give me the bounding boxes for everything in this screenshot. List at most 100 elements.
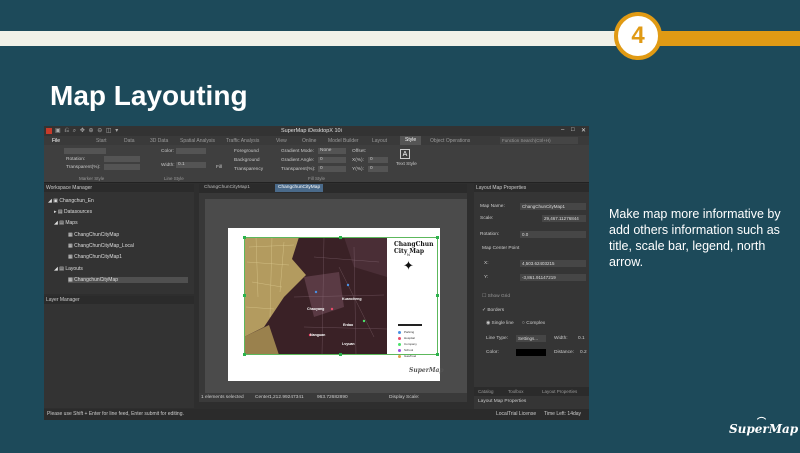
tab-traffic-analysis[interactable]: Traffic Analysis [226, 138, 259, 144]
workspace-tree-item-selected[interactable]: ▦ ChangchunCityMap [68, 277, 188, 283]
xpct-input[interactable]: 0 [368, 157, 388, 163]
tab-toolbox[interactable]: Toolbox [508, 389, 524, 394]
minimize-icon[interactable]: – [561, 127, 564, 133]
properties-bottom-label: Layout Map Properties [478, 399, 527, 404]
page-brand-logo: SuperMap [409, 367, 444, 374]
document-tabs: ChangChunCityMap1 ChangchunCityMap [199, 184, 467, 193]
layout-canvas[interactable]: Chaoyang Kuancheng Erdao Nanguan Lvyuan … [199, 193, 467, 393]
tree-label: Changchun_En [59, 198, 94, 204]
rotation-input[interactable] [104, 156, 140, 162]
workspace-tree-item[interactable]: ▦ ChangChunCityMap [68, 232, 119, 238]
maximize-icon[interactable]: □ [571, 127, 575, 133]
center-x: 1,212.99247341 [269, 395, 304, 400]
single-line-radio[interactable]: ◉ Single line [486, 321, 514, 326]
line-width-value: 0.1 [178, 162, 185, 167]
marker-symbol-box[interactable] [64, 148, 106, 154]
time-left-status: Time Left: 14day [544, 411, 582, 417]
doc-tab-layout[interactable]: ChangchunCityMap [275, 184, 324, 192]
tab-start[interactable]: Start [96, 138, 107, 144]
borders-checkbox[interactable]: ✓ Borders [482, 308, 504, 313]
line-style-group: Line Style [164, 176, 184, 181]
tab-data[interactable]: Data [124, 138, 135, 144]
selection-handle[interactable] [436, 353, 439, 356]
border-color-picker[interactable] [516, 349, 546, 356]
selection-count: 1 elements selected [201, 395, 244, 400]
scale-label: Scale: [480, 216, 494, 221]
selection-handle[interactable] [339, 236, 342, 239]
line-type-settings-button[interactable]: Settings... [516, 335, 546, 342]
text-style-icon[interactable]: A [400, 149, 410, 159]
tab-model-builder[interactable]: Model Builder [328, 138, 359, 144]
selection-handle[interactable] [339, 353, 342, 356]
background-label: Background [234, 158, 260, 163]
tree-label: ChangChunCityMap [74, 232, 120, 238]
center-y: 963.72682890 [317, 395, 348, 400]
tab-style[interactable]: Style [400, 136, 422, 145]
workspace-tree-item[interactable]: ▦ ChangChunCityMap_Local [68, 243, 134, 249]
text-style-label: Text Style [396, 162, 417, 167]
show-grid-checkbox[interactable]: ☐ Show Grid [482, 294, 510, 299]
selection-handle[interactable] [243, 236, 246, 239]
selection-handle[interactable] [436, 294, 439, 297]
tab-layout[interactable]: Layout [372, 138, 387, 144]
tree-label: Layouts [65, 266, 83, 272]
tab-file[interactable]: File [52, 138, 60, 144]
selection-handle[interactable] [436, 236, 439, 239]
width-label: Width: [161, 163, 175, 168]
transparent2-label: Transparent(%): [281, 167, 316, 172]
workspace-tree-item[interactable]: ▦ ChangChunCityMap1 [68, 254, 122, 260]
tree-label: ChangChunCityMap_Local [74, 243, 134, 249]
close-icon[interactable]: ✕ [581, 127, 586, 134]
slide-title: Map Layouting [50, 80, 248, 111]
line-color-picker[interactable] [176, 148, 206, 154]
tab-catalog[interactable]: Catalog [478, 389, 494, 394]
gradient-angle-input[interactable]: 0 [318, 157, 346, 163]
ypct-input[interactable]: 0 [368, 166, 388, 172]
layer-manager-panel: Layer Manager [44, 296, 194, 408]
selection-handle[interactable] [243, 353, 246, 356]
tab-view[interactable]: View [276, 138, 287, 144]
tree-label: Maps [65, 220, 78, 226]
workspace-manager-panel: Workspace Manager ◢ ▣ Changchun_En ▸ ▤ D… [44, 184, 194, 294]
tab-online[interactable]: Online [302, 138, 316, 144]
transparent2-value: 0 [320, 166, 323, 171]
distance-value: 0.2 [580, 350, 587, 355]
marker-style-group: Marker Style [79, 176, 105, 181]
transparent2-input[interactable]: 0 [318, 166, 346, 172]
layout-map-properties-panel: Layout Map Properties Map Name: ChangChu… [474, 184, 589, 409]
app-title: SuperMap iDesktopX 10i [281, 128, 342, 134]
complex-radio[interactable]: ○ Complex [522, 321, 545, 326]
tab-spatial-analysis[interactable]: Spatial Analysis [180, 138, 215, 144]
line-width-input[interactable]: 0.1 [176, 162, 206, 168]
function-search-input[interactable]: Function Search(Ctrl+H) [500, 137, 578, 144]
horizontal-ruler [199, 193, 467, 199]
transparent-label: Transparent(%): [66, 165, 101, 170]
quick-access-toolbar[interactable]: ▣ ⎌ ⌕ ✥ ⊕ ⊖ ◫ ▾ [55, 127, 119, 135]
status-hint: Please use Shift + Enter for line feed, … [47, 411, 184, 417]
ribbon-tabs: File Start Data 3D Data Spatial Analysis… [44, 136, 589, 145]
doc-tab-map[interactable]: ChangChunCityMap1 [204, 185, 250, 190]
properties-bottom-tabs: Catalog Toolbox Layout Properties [474, 387, 589, 396]
transparent-input[interactable] [104, 164, 140, 170]
x-input[interactable]: 4,503.62403215 [520, 260, 586, 267]
tree-label: ChangchunCityMap [74, 277, 119, 283]
workspace-tree-item[interactable]: ◢ ▤ Layouts [54, 266, 83, 272]
gradient-angle-value: 0 [320, 157, 323, 162]
map-name-select[interactable]: ChangChunCityMap1 [520, 203, 586, 210]
scale-input[interactable]: 29,467.11276844 [542, 215, 586, 222]
distance-label: Distance: [554, 350, 574, 355]
gradient-mode-select[interactable]: None [318, 148, 346, 154]
map-name-label: Map Name: [480, 204, 505, 209]
tab-object-operations[interactable]: Object Operations [430, 138, 470, 144]
line-width-value: 0.1 [578, 336, 585, 341]
layout-page[interactable]: Chaoyang Kuancheng Erdao Nanguan Lvyuan … [228, 228, 444, 381]
rotation-input[interactable]: 0.0 [520, 231, 586, 238]
tab-layout-properties[interactable]: Layout Properties [542, 389, 577, 394]
selection-handle[interactable] [243, 294, 246, 297]
border-color-label: Color: [486, 350, 499, 355]
workspace-tree-item[interactable]: ◢ ▣ Changchun_En [48, 198, 94, 204]
workspace-tree-item[interactable]: ◢ ▤ Maps [54, 220, 78, 226]
workspace-tree-item[interactable]: ▸ ▤ Datasources [54, 209, 92, 215]
y-input[interactable]: -3,861.91147219 [520, 274, 586, 281]
tab-3d-data[interactable]: 3D Data [150, 138, 168, 144]
